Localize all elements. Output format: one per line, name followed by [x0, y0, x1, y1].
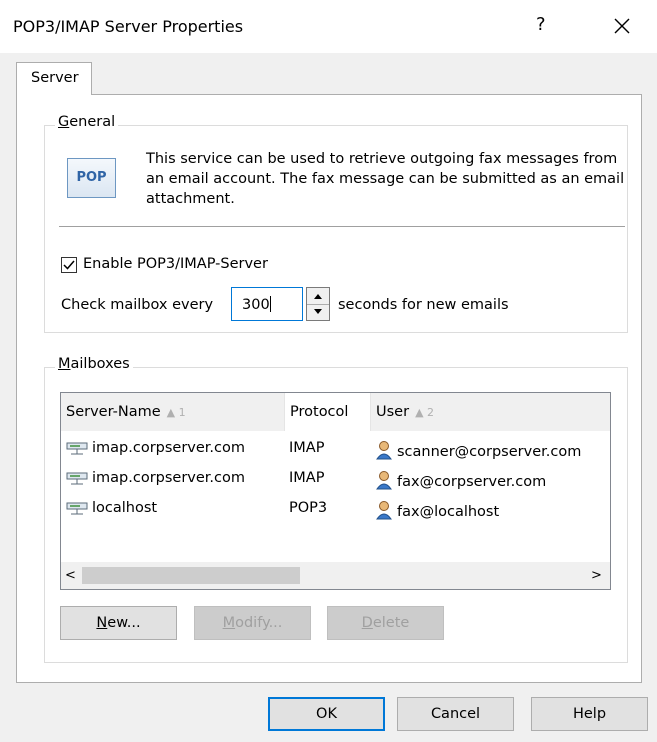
- protocol: POP3: [289, 500, 328, 516]
- scroll-left-icon[interactable]: <: [65, 568, 76, 583]
- enable-server-label[interactable]: Enable POP3/IMAP-Server: [83, 256, 268, 272]
- modify-button[interactable]: Modify...: [194, 606, 311, 640]
- list-item[interactable]: imap.corpserver.com IMAP scanner@corpser…: [61, 437, 610, 463]
- scroll-right-icon[interactable]: >: [591, 568, 602, 583]
- tab-server-label: Server: [31, 70, 79, 86]
- interval-prefix-label: Check mailbox every: [61, 297, 214, 313]
- protocol: IMAP: [289, 470, 325, 486]
- user-icon: [376, 471, 392, 490]
- user-icon: [376, 441, 392, 460]
- column-user[interactable]: User ▲ 2: [370, 393, 610, 431]
- cancel-button[interactable]: Cancel: [397, 697, 514, 731]
- general-divider: [59, 226, 625, 227]
- sort-asc-icon: ▲ 1: [166, 406, 186, 419]
- window-title: POP3/IMAP Server Properties: [13, 17, 244, 36]
- general-legend: General: [55, 114, 119, 130]
- mailboxes-legend: Mailboxes: [55, 356, 133, 372]
- list-item[interactable]: imap.corpserver.com IMAP fax@corpserver.…: [61, 467, 610, 493]
- horizontal-scrollbar[interactable]: < >: [61, 562, 610, 589]
- new-button[interactable]: New...: [60, 606, 177, 640]
- mailboxes-list[interactable]: Server-Name ▲ 1 Protocol User ▲ 2 imap.cor…: [60, 392, 611, 590]
- help-button[interactable]: Help: [531, 697, 648, 731]
- server-name: imap.corpserver.com: [92, 470, 246, 486]
- user-email: scanner@corpserver.com: [397, 444, 582, 460]
- column-protocol[interactable]: Protocol: [284, 393, 370, 431]
- network-server-icon: [66, 442, 88, 455]
- list-item[interactable]: localhost POP3 fax@localhost: [61, 497, 610, 523]
- tab-server[interactable]: Server: [16, 62, 92, 95]
- interval-suffix-label: seconds for new emails: [338, 297, 509, 313]
- interval-input[interactable]: 300: [231, 287, 303, 321]
- interval-spinner[interactable]: [306, 287, 330, 321]
- spin-up-icon[interactable]: [307, 288, 329, 304]
- network-server-icon: [66, 502, 88, 515]
- scrollbar-thumb[interactable]: [82, 567, 300, 584]
- column-server-name[interactable]: Server-Name ▲ 1: [61, 393, 284, 431]
- list-header: Server-Name ▲ 1 Protocol User ▲ 2: [61, 393, 610, 431]
- sort-asc-icon: ▲ 2: [415, 406, 435, 419]
- spin-down-icon[interactable]: [307, 304, 329, 320]
- protocol: IMAP: [289, 440, 325, 456]
- checkmark-icon: [63, 260, 75, 270]
- enable-server-checkbox[interactable]: [61, 257, 77, 273]
- server-name: localhost: [92, 500, 158, 516]
- general-description: This service can be used to retrieve out…: [146, 151, 625, 207]
- user-icon: [376, 501, 392, 520]
- delete-button[interactable]: Delete: [327, 606, 444, 640]
- title-bar: POP3/IMAP Server Properties ?: [0, 0, 657, 53]
- close-icon[interactable]: [606, 10, 638, 42]
- user-email: fax@corpserver.com: [397, 474, 547, 490]
- help-title-button[interactable]: ?: [536, 14, 546, 35]
- network-server-icon: [66, 472, 88, 485]
- ok-button[interactable]: OK: [268, 697, 385, 731]
- pop-mail-icon: POP: [67, 158, 116, 198]
- interval-value: 300: [242, 297, 270, 313]
- user-email: fax@localhost: [397, 504, 500, 520]
- server-name: imap.corpserver.com: [92, 440, 246, 456]
